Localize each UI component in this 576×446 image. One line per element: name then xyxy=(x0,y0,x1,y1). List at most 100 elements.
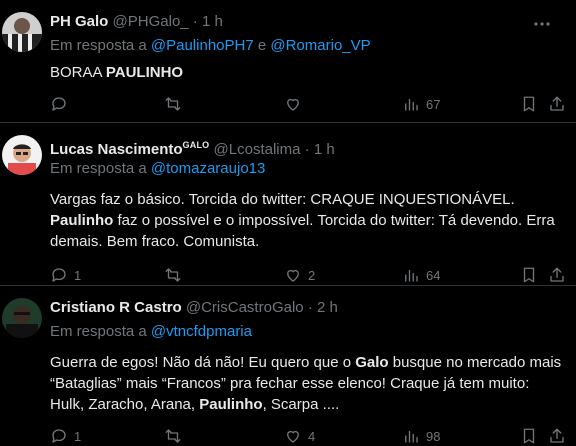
tweet-actions: 1 2 64 xyxy=(50,265,568,285)
tweet-line: Hulk, Zaracho, Arana, Paulinho, Scarpa .… xyxy=(50,394,561,415)
display-name[interactable]: PH Galo xyxy=(50,13,108,30)
avatar-image xyxy=(2,135,42,175)
like-icon xyxy=(287,98,299,111)
bold-span: Paulinho xyxy=(199,396,263,413)
views-count: 98 xyxy=(426,428,441,444)
display-name[interactable]: Cristiano R Castro xyxy=(50,299,182,316)
reply-icon xyxy=(52,429,66,443)
like-button[interactable]: 2 xyxy=(284,265,315,285)
views-button[interactable]: 98 xyxy=(402,426,440,446)
tweet-header: Lucas NascimentoGALO @Lcostalima · 1 h xyxy=(50,135,335,160)
share-icon xyxy=(550,267,564,282)
timestamp[interactable]: 2 h xyxy=(317,299,338,316)
reply-icon xyxy=(52,268,66,282)
text-span: Guerra de egos! Não dá não! Eu quero que… xyxy=(50,354,356,371)
more-icon[interactable] xyxy=(532,14,552,34)
user-handle[interactable]: @CrisCastroGalo xyxy=(186,299,304,316)
reply-context: Em resposta a @tomazaraujo13 xyxy=(50,159,265,179)
views-icon xyxy=(405,430,418,443)
reply-icon xyxy=(52,97,66,111)
share-button[interactable] xyxy=(548,265,566,285)
tweet-card[interactable]: PH Galo @PHGalo_ · 1 h Em resposta a @Pa… xyxy=(0,0,576,123)
bookmark-button[interactable] xyxy=(520,265,538,285)
text-span: demais. Bem fraco. Comunista. xyxy=(50,233,260,250)
reply-button[interactable]: 1 xyxy=(50,265,81,285)
text-span: Vargas faz o básico. Torcida do twitter:… xyxy=(50,191,515,208)
tweet-line: demais. Bem fraco. Comunista. xyxy=(50,231,555,252)
tweet-line: Paulinho faz o possível e o impossível. … xyxy=(50,210,555,231)
tweet-text: Vargas faz o básico. Torcida do twitter:… xyxy=(50,189,555,252)
bold-span: Paulinho xyxy=(50,212,114,229)
separator: · xyxy=(192,13,198,30)
user-handle[interactable]: @PHGalo_ xyxy=(113,13,189,30)
avatar[interactable] xyxy=(2,12,42,52)
text-span: “Bataglias” mais “Francos” pra fechar es… xyxy=(50,375,530,392)
retweet-button[interactable] xyxy=(164,265,188,285)
bookmark-icon xyxy=(523,428,535,444)
separator: · xyxy=(304,141,310,158)
retweet-button[interactable] xyxy=(164,426,188,446)
tweet-card[interactable]: Lucas NascimentoGALO @Lcostalima · 1 h E… xyxy=(0,123,576,286)
views-button[interactable]: 64 xyxy=(402,265,440,285)
tweet-line: Guerra de egos! Não dá não! Eu quero que… xyxy=(50,352,561,373)
like-icon xyxy=(287,430,299,443)
reply-button[interactable]: 1 xyxy=(50,426,81,446)
mention-link[interactable]: @Romario_VP xyxy=(270,37,370,54)
mention-link[interactable]: @vtncfdpmaria xyxy=(151,323,252,340)
tweet-line: Vargas faz o básico. Torcida do twitter:… xyxy=(50,189,555,210)
reply-prefix: Em resposta a xyxy=(50,160,147,177)
share-icon xyxy=(550,428,564,443)
bookmark-button[interactable] xyxy=(520,94,538,114)
share-button[interactable] xyxy=(548,426,566,446)
reply-button[interactable] xyxy=(50,94,74,114)
tweet-actions: 1 4 98 xyxy=(50,426,568,446)
text-span: BORAA xyxy=(50,64,106,81)
retweet-button[interactable] xyxy=(164,94,188,114)
like-button[interactable] xyxy=(284,94,308,114)
tweet-header: Cristiano R Castro @CrisCastroGalo · 2 h xyxy=(50,298,338,318)
text-span: Hulk, Zaracho, Arana, xyxy=(50,396,200,413)
like-button[interactable]: 4 xyxy=(284,426,315,446)
tweet-actions: 67 xyxy=(50,94,568,114)
views-count: 64 xyxy=(426,267,441,283)
avatar[interactable] xyxy=(2,135,42,175)
name-badge: GALO xyxy=(182,140,210,150)
text-span: busque no mercado mais xyxy=(388,354,562,371)
avatar-image xyxy=(2,298,42,338)
views-icon xyxy=(405,98,418,111)
timestamp[interactable]: 1 h xyxy=(314,141,335,158)
share-icon xyxy=(550,96,564,111)
text-span: , Scarpa .... xyxy=(262,396,340,413)
views-icon xyxy=(405,269,418,282)
reply-context: Em resposta a @vtncfdpmaria xyxy=(50,322,252,342)
reply-context: Em resposta a @PaulinhoPH7 e @Romario_VP xyxy=(50,36,371,56)
tweet-line: BORAA PAULINHO xyxy=(50,62,183,83)
tweet-header: PH Galo @PHGalo_ · 1 h xyxy=(50,12,223,32)
tweet-line: “Bataglias” mais “Francos” pra fechar es… xyxy=(50,373,561,394)
tweet-text: BORAA PAULINHO xyxy=(50,62,183,83)
bold-span: Galo xyxy=(355,354,389,371)
share-button[interactable] xyxy=(548,94,566,114)
reply-count: 1 xyxy=(74,428,82,444)
mention-link[interactable]: @tomazaraujo13 xyxy=(151,160,265,177)
bookmark-button[interactable] xyxy=(520,426,538,446)
display-name[interactable]: Lucas Nascimento xyxy=(50,141,183,158)
avatar[interactable] xyxy=(2,298,42,338)
reply-joiner: e xyxy=(257,37,267,54)
retweet-icon xyxy=(165,97,181,111)
bold-span: PAULINHO xyxy=(105,64,184,81)
mention-link[interactable]: @PaulinhoPH7 xyxy=(151,37,254,54)
retweet-icon xyxy=(165,268,181,282)
like-count: 2 xyxy=(308,267,316,283)
views-count: 67 xyxy=(426,96,441,112)
reply-prefix: Em resposta a xyxy=(50,323,147,340)
timestamp[interactable]: 1 h xyxy=(202,13,223,30)
avatar-image xyxy=(2,12,42,52)
bookmark-icon xyxy=(523,267,535,283)
tweet-text: Guerra de egos! Não dá não! Eu quero que… xyxy=(50,352,561,415)
like-icon xyxy=(287,269,299,282)
tweet-card[interactable]: Cristiano R Castro @CrisCastroGalo · 2 h… xyxy=(0,286,576,446)
retweet-icon xyxy=(165,429,181,443)
user-handle[interactable]: @Lcostalima xyxy=(214,141,301,158)
views-button[interactable]: 67 xyxy=(402,94,440,114)
